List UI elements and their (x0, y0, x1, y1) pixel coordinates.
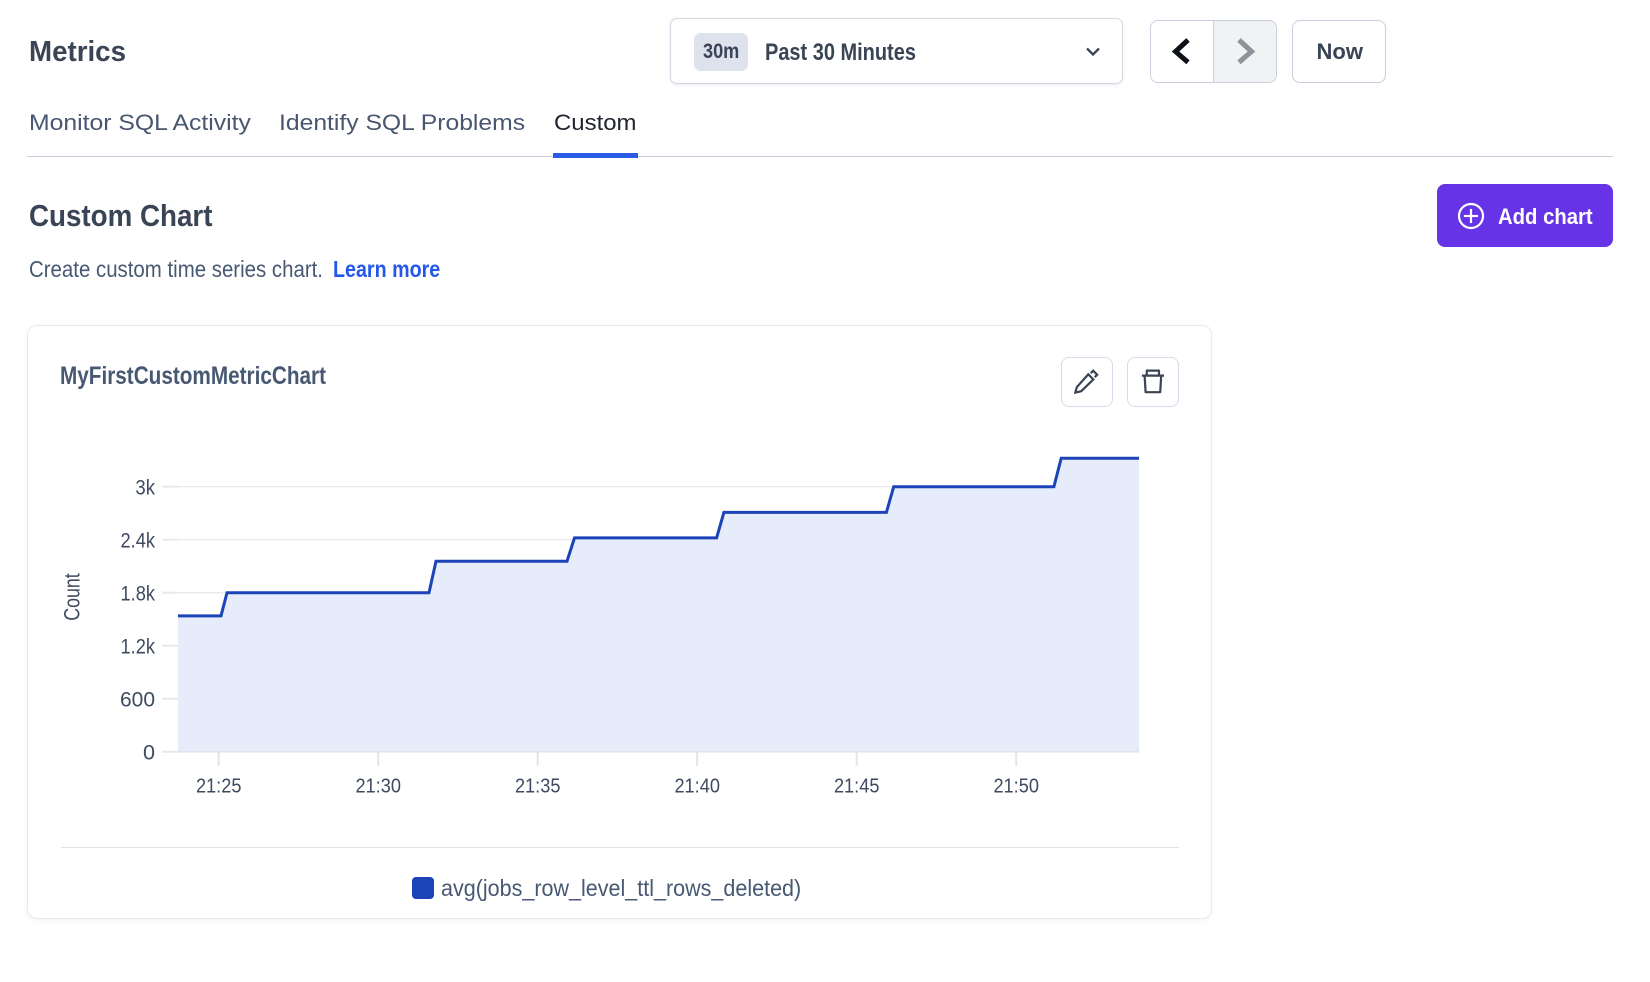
svg-text:Count: Count (60, 573, 85, 621)
svg-text:21:50: 21:50 (993, 775, 1039, 797)
svg-text:21:45: 21:45 (834, 775, 880, 797)
svg-text:2.4k: 2.4k (121, 530, 156, 553)
svg-text:1.2k: 1.2k (121, 636, 156, 659)
svg-text:21:40: 21:40 (674, 775, 720, 797)
svg-text:3k: 3k (135, 477, 155, 500)
svg-text:21:35: 21:35 (515, 775, 561, 797)
svg-text:21:25: 21:25 (196, 775, 242, 797)
svg-text:0: 0 (143, 742, 155, 765)
svg-text:600: 600 (120, 689, 155, 712)
svg-text:21:30: 21:30 (355, 775, 401, 797)
svg-text:1.8k: 1.8k (121, 583, 156, 606)
